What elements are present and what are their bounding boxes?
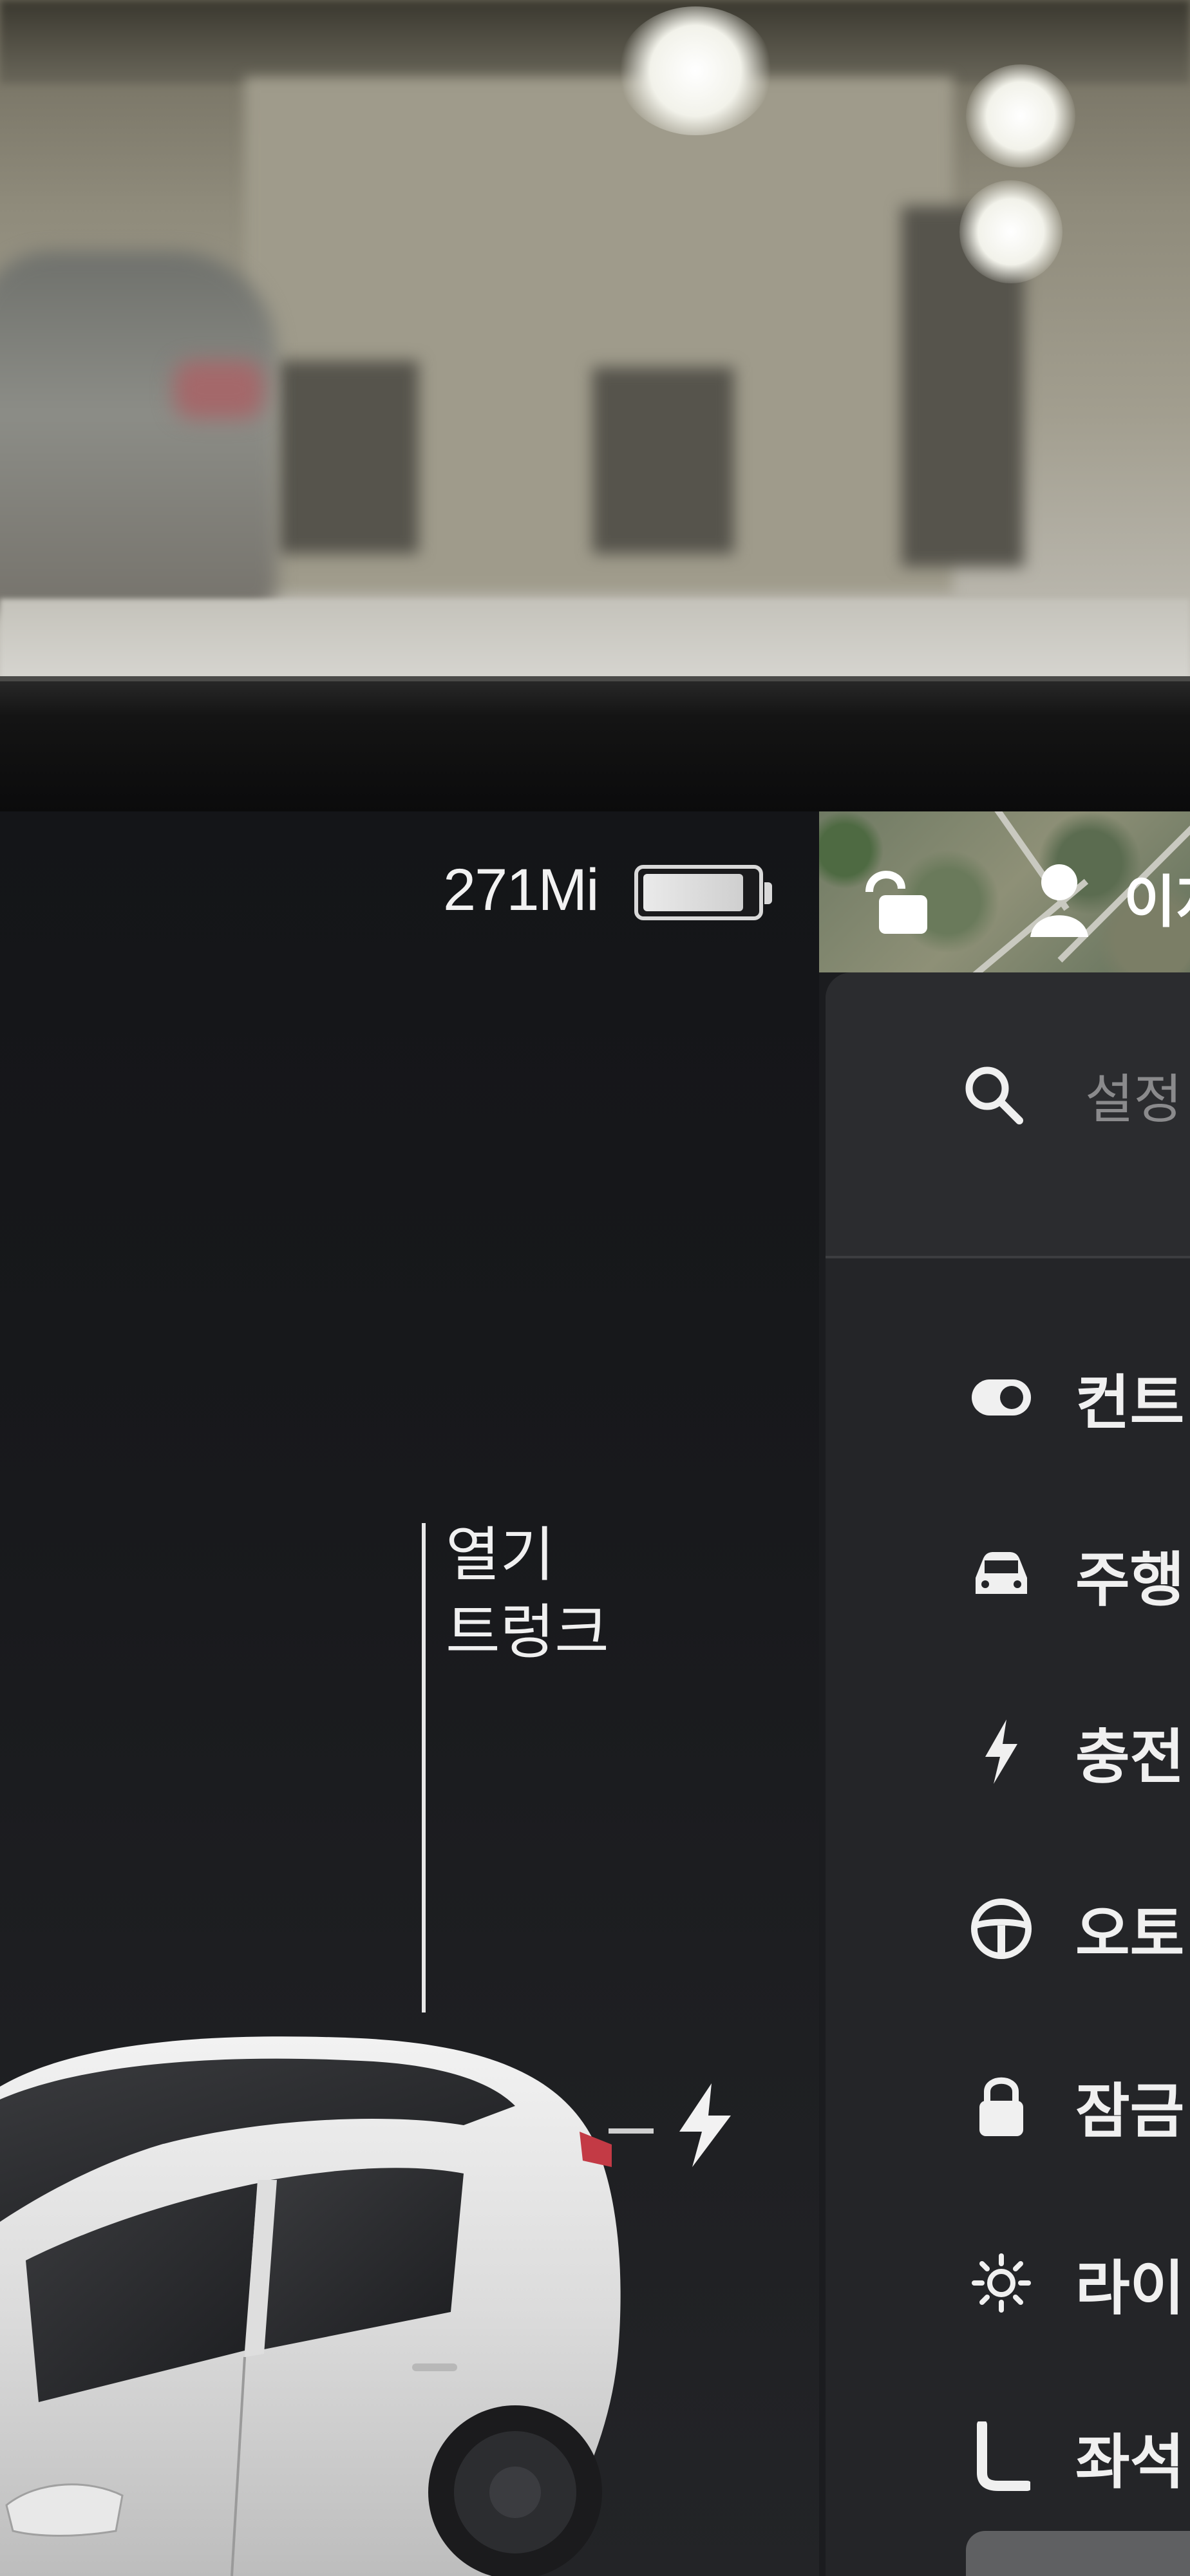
menu-item-seats[interactable]: 좌석 [966, 2405, 1184, 2508]
bolt-icon [966, 1719, 1037, 1784]
garage-floor [0, 599, 1190, 689]
menu-item-locks[interactable]: 잠금 [966, 2054, 1184, 2157]
menu-item-driving[interactable]: 주행 [966, 1523, 1184, 1626]
parked-car-taillight [174, 361, 264, 419]
menu-item-controls[interactable]: 컨트 [966, 1346, 1184, 1449]
lock-icon [966, 2074, 1037, 2138]
battery-icon [634, 865, 763, 920]
status-icons [865, 864, 1088, 937]
menu-item-charging[interactable]: 충전 [966, 1700, 1184, 1803]
menu-item-label: 주행 [1075, 1545, 1185, 1615]
trunk-label-line2: 트렁크 [446, 1598, 609, 1667]
menu-item-label: 충전 [1075, 1722, 1185, 1792]
menu-item-autopilot[interactable]: 오토 [966, 1877, 1184, 1980]
wall-window [277, 361, 419, 554]
charge-port-pointer [609, 2128, 654, 2134]
steering-wheel-icon [966, 1897, 1037, 1961]
open-trunk-button[interactable]: 열기 트렁크 [446, 1517, 609, 1671]
ceiling-light [959, 180, 1062, 283]
car-icon [966, 1549, 1037, 1600]
seat-icon [966, 2421, 1037, 2492]
profile-name[interactable]: 이지 [1124, 857, 1190, 938]
bezel-edge [0, 676, 1190, 681]
menu-item-lights[interactable]: 라이 [966, 2231, 1184, 2334]
screen-bezel [0, 676, 1190, 811]
parked-car-blur [0, 251, 277, 612]
trunk-label-line1: 열기 [446, 1520, 555, 1589]
ceiling-light [966, 64, 1075, 167]
bottom-tab[interactable] [966, 2531, 1190, 2576]
menu-item-label: 좌석 [1075, 2427, 1185, 2497]
charge-port-bolt-icon[interactable] [676, 2083, 734, 2167]
battery-tip [764, 882, 772, 904]
profile-icon[interactable] [1030, 864, 1088, 937]
ceiling-light [618, 6, 773, 135]
photo-scene: 271Mi 열기 트렁크 이 설정 컨트 주행 충전 오토 잠금 라이 좌석 [0, 0, 1190, 2576]
unlock-icon[interactable] [865, 871, 927, 934]
search-icon[interactable] [961, 1063, 1026, 1127]
search-input[interactable]: 설정 l [1085, 1056, 1190, 1133]
sun-icon [966, 2251, 1037, 2315]
wall-window [592, 367, 734, 554]
battery-fill [643, 874, 743, 911]
garage-background [0, 0, 1190, 689]
menu-item-label: 오토 [1075, 1899, 1185, 1969]
toggle-icon [966, 1378, 1037, 1417]
menu-item-label: 라이 [1075, 2253, 1185, 2323]
range-display: 271Mi [443, 857, 600, 923]
menu-item-label: 컨트 [1075, 1368, 1185, 1437]
car-model-image [0, 2036, 621, 2576]
trunk-pointer-line [422, 1523, 426, 2012]
menu-item-label: 잠금 [1075, 2076, 1185, 2146]
